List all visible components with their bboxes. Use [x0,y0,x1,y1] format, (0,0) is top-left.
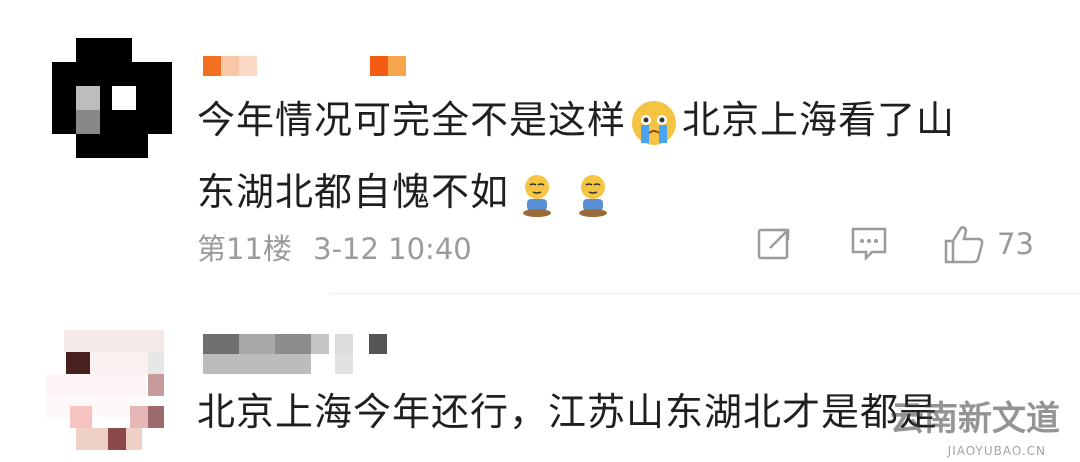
timestamp: 3-12 10:40 [313,232,472,266]
comment-text: 北京上海今年还行，江苏山东湖北才是都是 [197,376,938,448]
kneeling-sweat-emoji [571,173,615,217]
like-button[interactable]: 73 [943,224,1034,264]
crying-face-emoji [632,100,677,145]
user-avatar[interactable] [44,330,174,460]
comment-text-segment: 东湖北都自愧不如 [197,170,510,214]
comment-icon [851,227,887,262]
comment-meta: 第11楼 3-12 10:40 [197,226,472,268]
comment-text-segment: 北京上海今年还行，江苏山东湖北才是都是 [197,390,939,434]
user-avatar[interactable] [52,38,172,158]
floor-label: 第11楼 [197,232,292,266]
comment-text: 今年情况可完全不是这样 北京上海看了山 东湖北都自愧不如 [197,84,955,228]
reply-button[interactable] [850,224,888,262]
watermark-text: 云南新文道 [890,399,1060,439]
thumbs-up-icon [944,226,984,264]
share-icon [757,228,790,260]
like-count: 73 [997,227,1034,261]
comment-text-segment: 北京上海看了山 [682,98,956,142]
watermark-url: JIAOYUBAO.CN [947,444,1046,458]
comment-divider [330,293,1080,294]
kneeling-sweat-emoji [515,173,559,217]
share-button[interactable] [756,224,794,262]
watermark-logo: 云南新文道 [890,391,1060,440]
comment-text-segment: 今年情况可完全不是这样 [197,98,627,142]
